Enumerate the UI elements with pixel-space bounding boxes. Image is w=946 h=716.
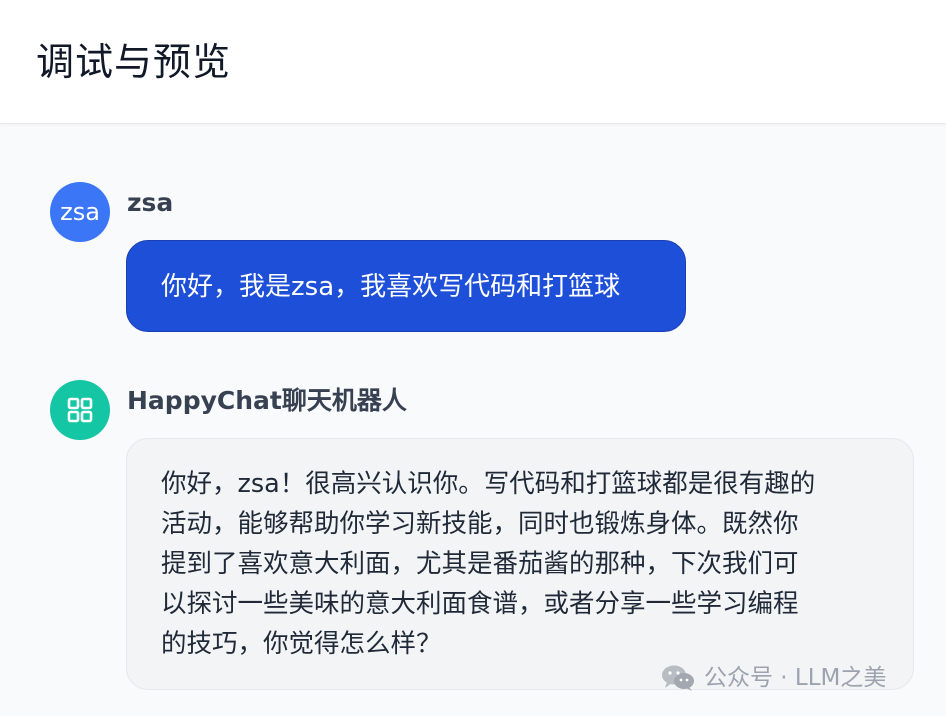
bot-sender-name: HappyChat聊天机器人 [127,386,407,415]
watermark: 公众号 · LLM之美 [660,663,886,693]
wechat-icon [662,665,694,691]
header: 调试与预览 [0,0,946,124]
grid-icon [67,397,93,423]
bot-message-line: 的技巧，你觉得怎么样？ [161,629,442,659]
bot-message-line: 你好，zsa！很高兴认识你。写代码和打篮球都是很有趣的 [161,469,816,499]
chat-area: zsa zsa 你好，我是zsa，我喜欢写代码和打篮球 HappyChat聊天机… [0,125,946,716]
user-avatar: zsa [50,182,110,242]
user-message-bubble: 你好，我是zsa，我喜欢写代码和打篮球 [126,240,686,332]
page-title: 调试与预览 [36,40,232,84]
bot-avatar [50,380,110,440]
bot-message-line: 以探讨一些美味的意大利面食谱，或者分享一些学习编程 [161,589,799,619]
bot-message-bubble: 你好，zsa！很高兴认识你。写代码和打篮球都是很有趣的 活动，能够帮助你学习新技… [126,438,914,690]
bot-message-line: 提到了喜欢意大利面，尤其是番茄酱的那种，下次我们可 [161,549,799,579]
bot-message-line: 活动，能够帮助你学习新技能，同时也锻炼身体。既然你 [161,509,799,539]
user-sender-name: zsa [127,188,174,217]
watermark-text: 公众号 · LLM之美 [704,665,887,691]
